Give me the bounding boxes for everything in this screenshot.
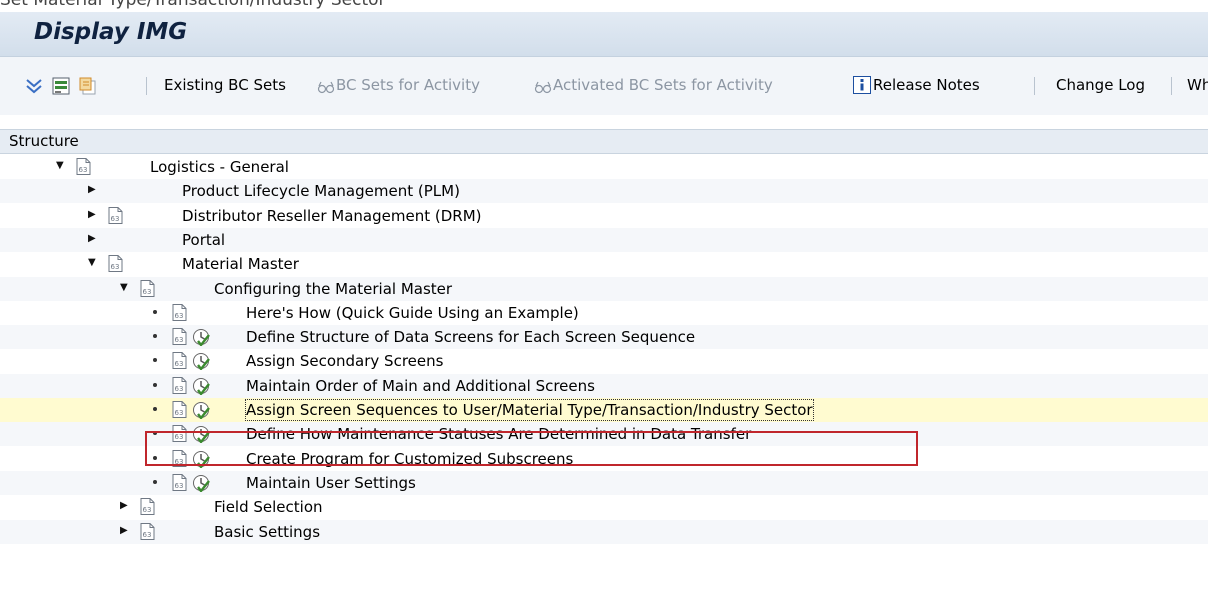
bc-set-icon[interactable] xyxy=(52,77,70,95)
tree-node-label[interactable]: Distributor Reseller Management (DRM) xyxy=(182,206,482,226)
toolbar-separator xyxy=(1034,77,1035,95)
tree-node-row[interactable]: ▶ Product Lifecycle Management (PLM) xyxy=(0,179,1208,204)
svg-text:63: 63 xyxy=(79,166,88,174)
documentation-icon[interactable]: 63 xyxy=(140,522,155,540)
documentation-icon[interactable]: 63 xyxy=(172,303,187,321)
tree-node-label[interactable]: Maintain User Settings xyxy=(246,473,416,493)
svg-text:63: 63 xyxy=(175,336,184,344)
leaf-bullet xyxy=(153,309,157,314)
release-notes-button[interactable]: Release Notes xyxy=(873,73,980,97)
structure-header-label: Structure xyxy=(9,132,79,150)
application-toolbar: Existing BC Sets BC Sets for Activity Ac… xyxy=(0,57,1208,115)
documentation-icon[interactable]: 63 xyxy=(108,206,123,224)
execute-activity-icon[interactable] xyxy=(192,328,210,348)
leaf-bullet xyxy=(153,358,157,363)
expand-node-icon[interactable]: ▶ xyxy=(120,500,130,512)
documentation-icon[interactable]: 63 xyxy=(140,498,155,516)
expand-subtree-icon[interactable] xyxy=(25,77,43,95)
tree-node-row[interactable]: ▼ 63 Logistics - General xyxy=(0,155,1208,179)
activated-bc-sets-for-activity-button[interactable]: Activated BC Sets for Activity xyxy=(553,73,773,97)
tree-node-row[interactable]: ▼ 63 Configuring the Material Master xyxy=(0,276,1208,301)
execute-activity-icon[interactable] xyxy=(192,352,210,372)
where-used-button[interactable]: Wh xyxy=(1187,73,1208,97)
collapse-node-icon[interactable]: ▼ xyxy=(88,257,98,269)
expand-node-icon[interactable]: ▶ xyxy=(88,233,98,245)
tree-node-label[interactable]: Logistics - General xyxy=(150,157,289,177)
tree-node-label[interactable]: Basic Settings xyxy=(214,522,320,542)
svg-text:63: 63 xyxy=(143,531,152,539)
tree-node-row[interactable]: 63 Maintain User Settings xyxy=(0,470,1208,495)
documentation-icon[interactable]: 63 xyxy=(76,158,91,175)
svg-text:63: 63 xyxy=(175,409,184,417)
tree-node-label[interactable]: Field Selection xyxy=(214,497,323,517)
tree-node-label[interactable]: Assign Secondary Screens xyxy=(246,351,443,371)
documentation-icon[interactable]: 63 xyxy=(172,352,187,370)
leaf-bullet xyxy=(153,382,157,387)
leaf-bullet xyxy=(153,407,157,411)
tree-node-row[interactable]: ▶ 63 Basic Settings xyxy=(0,519,1208,544)
tree-node-row[interactable]: 63 Assign Secondary Screens xyxy=(0,349,1208,373)
tree-node-label[interactable]: Here's How (Quick Guide Using an Example… xyxy=(246,303,579,323)
page-title: Display IMG xyxy=(34,19,188,45)
svg-text:63: 63 xyxy=(111,215,120,223)
tree-node-label[interactable]: Material Master xyxy=(182,254,299,274)
svg-text:63: 63 xyxy=(143,506,152,514)
tree-node-row[interactable]: 63 Maintain Order of Main and Additional … xyxy=(0,373,1208,398)
execute-activity-icon[interactable] xyxy=(192,474,210,493)
tree-node-row[interactable]: ▶ 63 Distributor Reseller Management (DRM) xyxy=(0,204,1208,228)
collapse-node-icon[interactable]: ▼ xyxy=(56,160,66,172)
additional-info-icon[interactable] xyxy=(79,77,97,95)
svg-text:63: 63 xyxy=(143,288,152,296)
svg-text:63: 63 xyxy=(175,482,184,490)
documentation-icon[interactable]: 63 xyxy=(172,376,187,394)
bc-sets-for-activity-button[interactable]: BC Sets for Activity xyxy=(336,73,480,97)
toolbar-separator xyxy=(1171,77,1172,95)
tree-node-label[interactable]: Define Structure of Data Screens for Eac… xyxy=(246,327,695,347)
leaf-bullet xyxy=(153,479,157,484)
execute-activity-icon[interactable] xyxy=(192,377,210,396)
collapse-node-icon[interactable]: ▼ xyxy=(120,282,130,294)
leaf-bullet xyxy=(153,334,157,339)
bc-sets-glasses-icon xyxy=(317,79,335,94)
documentation-icon[interactable]: 63 xyxy=(172,401,187,418)
tree-node-row[interactable]: 63 Assign Screen Sequences to User/Materi… xyxy=(0,398,1208,422)
tree-node-row[interactable]: 63 Here's How (Quick Guide Using an Examp… xyxy=(0,301,1208,325)
svg-text:63: 63 xyxy=(111,263,120,271)
tree-node-label[interactable]: Product Lifecycle Management (PLM) xyxy=(182,181,460,201)
svg-text:63: 63 xyxy=(175,360,184,368)
documentation-icon[interactable]: 63 xyxy=(108,255,123,273)
tree-node-label[interactable]: Assign Screen Sequences to User/Material… xyxy=(245,399,814,421)
toolbar-separator xyxy=(146,77,147,95)
documentation-icon[interactable]: 63 xyxy=(172,473,187,491)
cropped-window-caption: Set Material Type/Transaction/Industry S… xyxy=(0,0,386,10)
existing-bc-sets-button[interactable]: Existing BC Sets xyxy=(164,73,286,97)
documentation-icon[interactable]: 63 xyxy=(140,279,155,297)
tree-node-label[interactable]: Portal xyxy=(182,230,225,250)
expand-node-icon[interactable]: ▶ xyxy=(120,525,130,537)
change-log-button[interactable]: Change Log xyxy=(1056,73,1145,97)
title-bar: Display IMG xyxy=(0,12,1208,57)
svg-text:63: 63 xyxy=(175,312,184,320)
tree-node-row[interactable]: ▶ Portal xyxy=(0,227,1208,252)
tree-node-row[interactable]: ▶ 63 Field Selection xyxy=(0,495,1208,519)
activated-bc-sets-glasses-icon xyxy=(534,79,552,94)
svg-text:63: 63 xyxy=(175,385,184,393)
tree-node-row[interactable]: ▼ 63 Material Master xyxy=(0,252,1208,276)
expand-node-icon[interactable]: ▶ xyxy=(88,184,98,196)
structure-column-header: Structure xyxy=(0,129,1208,154)
tree-node-label[interactable]: Configuring the Material Master xyxy=(214,279,452,299)
info-icon xyxy=(853,76,871,94)
documentation-icon[interactable]: 63 xyxy=(172,328,187,346)
highlight-annotation-box xyxy=(145,431,918,466)
execute-activity-icon[interactable] xyxy=(192,401,210,420)
expand-node-icon[interactable]: ▶ xyxy=(88,209,98,221)
tree-node-row[interactable]: 63 Define Structure of Data Screens for E… xyxy=(0,325,1208,350)
tree-node-label[interactable]: Maintain Order of Main and Additional Sc… xyxy=(246,376,595,396)
